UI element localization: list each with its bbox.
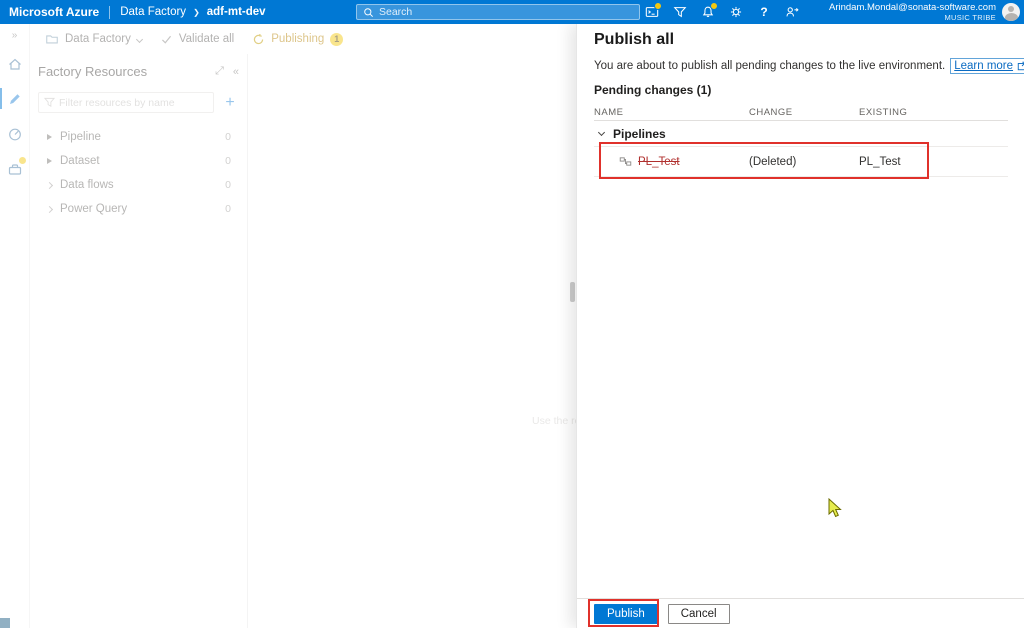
add-resource-button[interactable]: +: [221, 94, 239, 111]
nav-author[interactable]: [0, 81, 30, 116]
chevron-right-icon: [45, 205, 54, 213]
notifications-badge: [710, 2, 718, 10]
search-input[interactable]: [379, 6, 633, 18]
publishing-count-badge: 1: [330, 32, 344, 46]
column-change: CHANGE: [749, 106, 793, 118]
panel-description: You are about to publish all pending cha…: [594, 58, 1024, 74]
panel-title: Publish all: [594, 31, 675, 48]
cloud-shell-badge: [654, 2, 662, 10]
learn-more-link[interactable]: Learn more: [950, 58, 1024, 74]
resource-filter[interactable]: [38, 92, 214, 113]
topbar-icons: ?: [638, 0, 806, 24]
table-header-row: NAME CHANGE EXISTING: [594, 104, 1008, 121]
resource-tree: Pipeline 0 Dataset 0 Data flows 0 Power …: [38, 125, 239, 221]
avatar[interactable]: [1002, 3, 1020, 21]
user-tenant: MUSIC TRIBE: [944, 13, 996, 22]
breadcrumb-app[interactable]: Data Factory: [120, 6, 186, 18]
pencil-icon: [7, 91, 23, 107]
external-link-icon: [1017, 61, 1024, 71]
powerquery-count: 0: [225, 203, 231, 215]
resource-filter-input[interactable]: [59, 96, 208, 109]
cloud-shell-icon[interactable]: [638, 0, 666, 24]
publishing-status[interactable]: Publishing 1: [243, 27, 352, 51]
chevron-right-icon: [45, 181, 54, 189]
column-existing: EXISTING: [859, 106, 908, 118]
canvas-hint-text: Use the reso: [532, 415, 576, 427]
table-row[interactable]: PL_Test (Deleted) PL_Test: [594, 147, 1008, 177]
expander-icon: [47, 134, 52, 140]
nav-manage[interactable]: [0, 151, 30, 186]
nav-collapse-icon[interactable]: »: [0, 24, 29, 46]
home-icon: [7, 56, 23, 72]
pipeline-name-deleted: PL_Test: [638, 155, 680, 168]
nav-monitor[interactable]: [0, 116, 30, 151]
publish-button[interactable]: Publish: [594, 603, 658, 624]
expand-panel-icon[interactable]: ⤢: [215, 65, 224, 78]
change-type: (Deleted): [749, 155, 797, 168]
collapse-panel-icon[interactable]: «: [233, 66, 239, 78]
pending-changes-heading: Pending changes (1): [594, 83, 712, 97]
bottom-left-chip: [0, 618, 10, 628]
breadcrumb: Data Factory ❯ adf-mt-dev: [120, 6, 265, 18]
account-info[interactable]: Arindam.Mondal@sonata-software.com MUSIC…: [829, 0, 996, 24]
dataflows-count: 0: [225, 179, 231, 191]
scrollbar-thumb[interactable]: [570, 282, 575, 302]
help-icon[interactable]: ?: [750, 0, 778, 24]
existing-name: PL_Test: [859, 155, 901, 168]
tree-item-pipeline[interactable]: Pipeline 0: [38, 125, 239, 149]
pending-changes-table: NAME CHANGE EXISTING Pipelines PL_Test (…: [594, 104, 1008, 177]
data-factory-menu[interactable]: Data Factory: [36, 27, 151, 51]
global-search[interactable]: [356, 4, 640, 20]
settings-gear-icon[interactable]: [722, 0, 750, 24]
factory-resources-panel: Factory Resources ⤢ « + Pipeline 0 Datas…: [30, 54, 248, 628]
cancel-button[interactable]: Cancel: [667, 603, 730, 624]
validate-check-icon: [160, 33, 173, 46]
breadcrumb-factory-name[interactable]: adf-mt-dev: [207, 6, 266, 18]
user-email: Arindam.Mondal@sonata-software.com: [829, 2, 996, 13]
publishing-spinner-icon: [252, 33, 265, 46]
chevron-down-icon: [597, 128, 606, 137]
pipelines-group-row[interactable]: Pipelines: [594, 121, 1008, 147]
tree-item-dataflows[interactable]: Data flows 0: [38, 173, 239, 197]
search-icon: [363, 7, 374, 18]
manage-badge: [18, 156, 27, 165]
factory-icon: [45, 32, 59, 46]
nav-home[interactable]: [0, 46, 30, 81]
authoring-toolbar: Data Factory Validate all Publishing 1: [30, 24, 576, 54]
chevron-down-icon: [135, 35, 143, 43]
feedback-person-icon[interactable]: [778, 0, 806, 24]
gauge-icon: [7, 126, 23, 142]
panel-footer: Publish Cancel: [577, 598, 1024, 628]
notifications-bell-icon[interactable]: [694, 0, 722, 24]
factory-resources-title: Factory Resources: [38, 64, 148, 79]
azure-top-bar: Microsoft Azure Data Factory ❯ adf-mt-de…: [0, 0, 1024, 24]
pipeline-icon: [619, 155, 632, 168]
expander-icon: [47, 158, 52, 164]
publish-all-panel: Publish all You are about to publish all…: [576, 24, 1024, 628]
tree-item-dataset[interactable]: Dataset 0: [38, 149, 239, 173]
directory-filter-icon[interactable]: [666, 0, 694, 24]
topbar-divider: [109, 5, 111, 19]
azure-brand[interactable]: Microsoft Azure: [0, 5, 109, 19]
studio-left-nav: »: [0, 24, 30, 628]
filter-funnel-icon: [44, 97, 55, 108]
tree-item-powerquery[interactable]: Power Query 0: [38, 197, 239, 221]
breadcrumb-chevron-icon: ❯: [193, 7, 200, 17]
validate-all-button[interactable]: Validate all: [151, 27, 243, 51]
column-name: NAME: [594, 106, 624, 118]
pipeline-count: 0: [225, 131, 231, 143]
dataset-count: 0: [225, 155, 231, 167]
